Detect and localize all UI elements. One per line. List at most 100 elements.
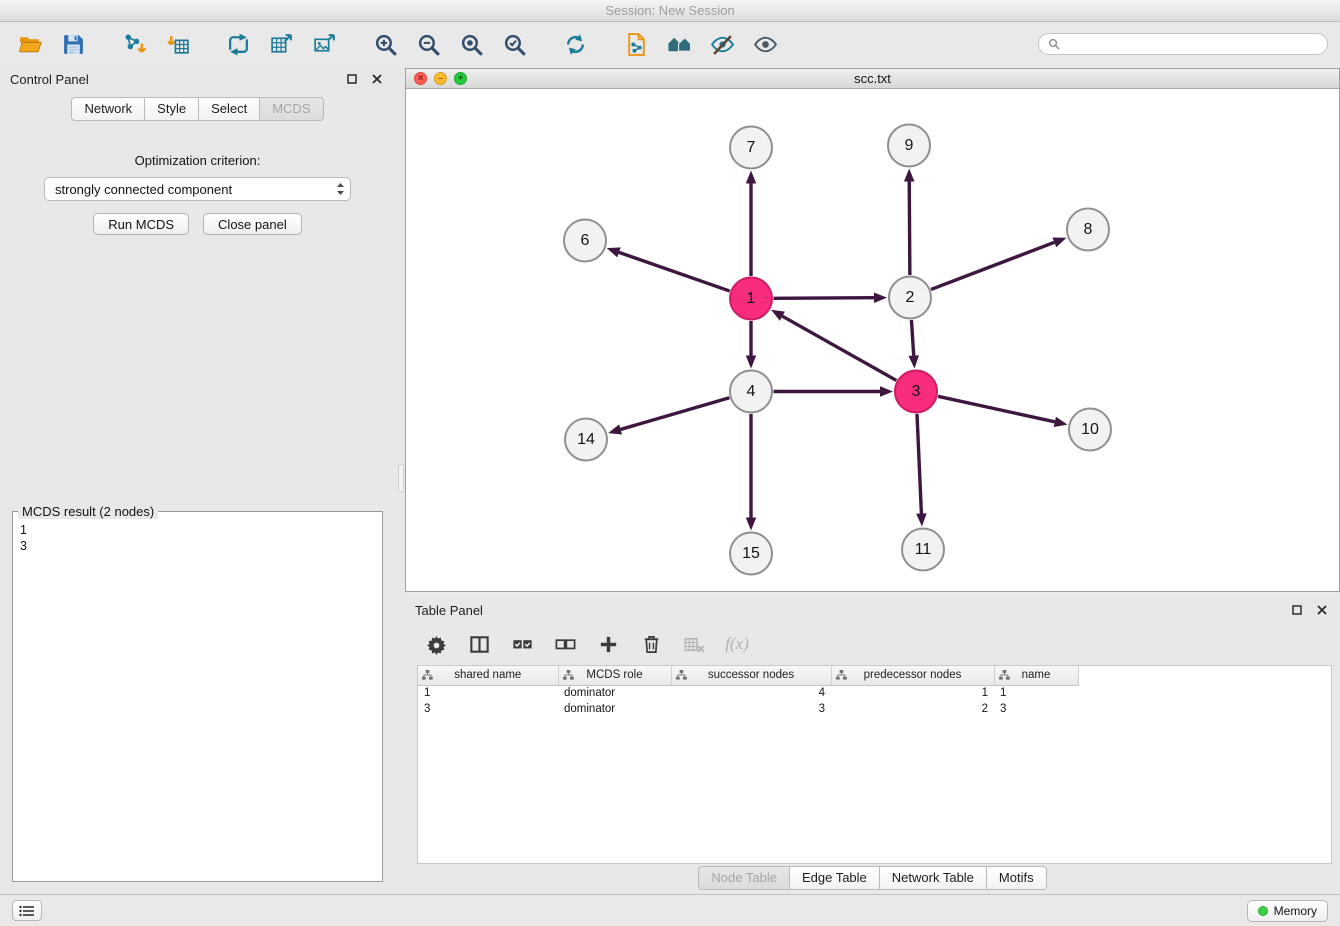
tab-motifs[interactable]: Motifs (987, 866, 1047, 890)
delete-columns-button[interactable] (636, 629, 666, 659)
zoom-selected-button[interactable] (496, 27, 532, 61)
control-panel-float-button[interactable] (344, 71, 360, 87)
cell-mcds-role[interactable]: dominator (558, 685, 671, 701)
export-network-button[interactable] (220, 27, 256, 61)
mcds-result-list[interactable]: 13 (13, 519, 382, 881)
edge-1-2[interactable] (773, 298, 874, 299)
task-history-button[interactable] (12, 900, 42, 921)
import-table-from-file-button[interactable] (159, 27, 195, 61)
column-header-shared-name[interactable]: shared name (418, 666, 558, 685)
table-row[interactable]: 3dominator323 (418, 701, 1331, 717)
control-panel-title: Control Panel (10, 72, 335, 87)
column-header-label: MCDS role (586, 669, 642, 681)
window-minimize-button[interactable] (434, 72, 447, 85)
edge-arrow-3-1 (771, 310, 785, 321)
add-column-button[interactable] (593, 629, 623, 659)
column-header-successor-nodes[interactable]: successor nodes (671, 666, 831, 685)
table-row[interactable]: 1dominator411 (418, 685, 1331, 701)
select-all-rows-button[interactable] (507, 629, 537, 659)
edge-2-8[interactable] (931, 242, 1054, 289)
search-box[interactable] (1038, 33, 1328, 55)
first-neighbors-button[interactable] (661, 27, 697, 61)
edge-arrow-4-15 (746, 518, 757, 531)
node-label-4: 4 (747, 383, 756, 400)
edge-4-14[interactable] (621, 398, 730, 430)
cell-successor-nodes[interactable]: 4 (671, 685, 831, 701)
table-panel: Table Panel f(x) shared nameMCDS rolesuc… (405, 597, 1340, 894)
export-image-button[interactable] (306, 27, 342, 61)
cell-name[interactable]: 3 (994, 701, 1078, 717)
edge-2-9[interactable] (909, 181, 910, 275)
open-session-button[interactable] (12, 27, 48, 61)
cell-name[interactable]: 1 (994, 685, 1078, 701)
edge-arrow-4-14 (608, 424, 622, 434)
network-canvas[interactable]: 7968124314101511 (406, 89, 1339, 591)
deselect-all-rows-button[interactable] (550, 629, 580, 659)
table-panel-float-button[interactable] (1289, 602, 1305, 618)
toggle-visibility-button[interactable] (747, 27, 783, 61)
new-network-from-selection-button[interactable] (618, 27, 654, 61)
cell-shared-name[interactable]: 1 (418, 685, 558, 701)
edge-arrow-1-6 (607, 247, 621, 257)
table-panel-header: Table Panel (405, 597, 1340, 623)
column-header-label: successor nodes (708, 669, 794, 681)
delete-table-icon (683, 633, 706, 656)
panel-splitter[interactable] (395, 66, 405, 894)
memory-button[interactable]: Memory (1247, 900, 1328, 922)
tab-select[interactable]: Select (199, 97, 260, 121)
cell-mcds-role[interactable]: dominator (558, 701, 671, 717)
tab-network[interactable]: Network (71, 97, 145, 121)
edge-2-3[interactable] (911, 320, 913, 356)
optimization-criterion-value: strongly connected component (55, 182, 336, 197)
mcds-result-line: 3 (20, 538, 375, 554)
tab-mcds[interactable]: MCDS (260, 97, 323, 121)
optimization-criterion-select[interactable]: strongly connected component (44, 177, 351, 201)
zoom-out-button[interactable] (410, 27, 446, 61)
network-window-titlebar[interactable]: scc.txt (406, 69, 1339, 89)
column-header-predecessor-nodes[interactable]: predecessor nodes (831, 666, 994, 685)
zoom-fit-button[interactable] (453, 27, 489, 61)
node-label-8: 8 (1084, 221, 1093, 238)
first-neighbors-icon (667, 32, 692, 57)
edge-1-6[interactable] (619, 252, 730, 291)
column-header-mcds-role[interactable]: MCDS role (558, 666, 671, 685)
tab-network-table[interactable]: Network Table (880, 866, 987, 890)
cell-successor-nodes[interactable]: 3 (671, 701, 831, 717)
window-zoom-button[interactable] (454, 72, 467, 85)
column-hierarchy-icon (999, 670, 1010, 683)
cell-predecessor-nodes[interactable]: 2 (831, 701, 994, 717)
zoom-in-button[interactable] (367, 27, 403, 61)
close-panel-button[interactable]: Close panel (203, 213, 302, 235)
cell-filler (1078, 685, 1331, 701)
run-mcds-button[interactable]: Run MCDS (93, 213, 189, 235)
apply-layout-button[interactable] (557, 27, 593, 61)
window-titlebar[interactable]: Session: New Session (0, 0, 1340, 22)
tab-node-table[interactable]: Node Table (698, 866, 790, 890)
column-settings-button[interactable] (421, 629, 451, 659)
cell-shared-name[interactable]: 3 (418, 701, 558, 717)
edge-3-10[interactable] (938, 396, 1055, 422)
delete-table-button (679, 629, 709, 659)
float-window-icon (347, 74, 357, 84)
table-panel-close-button[interactable] (1314, 602, 1330, 618)
toggle-columns-button[interactable] (464, 629, 494, 659)
import-network-from-file-button[interactable] (116, 27, 152, 61)
search-input[interactable] (1066, 37, 1318, 51)
network-graph: 7968124314101511 (406, 89, 1339, 591)
node-label-7: 7 (747, 139, 756, 156)
edge-3-11[interactable] (917, 414, 921, 514)
show-graphics-details-button[interactable] (704, 27, 740, 61)
edge-3-1[interactable] (782, 316, 896, 380)
cell-predecessor-nodes[interactable]: 1 (831, 685, 994, 701)
save-session-button[interactable] (55, 27, 91, 61)
tab-edge-table[interactable]: Edge Table (790, 866, 880, 890)
window-close-button[interactable] (414, 72, 427, 85)
tab-style[interactable]: Style (145, 97, 199, 121)
control-panel-close-button[interactable] (369, 71, 385, 87)
column-header-name[interactable]: name (994, 666, 1078, 685)
node-label-9: 9 (905, 137, 914, 154)
export-image-icon (312, 32, 337, 57)
zoom-out-icon (416, 32, 441, 57)
export-table-button[interactable] (263, 27, 299, 61)
select-all-rows-icon (511, 633, 534, 656)
